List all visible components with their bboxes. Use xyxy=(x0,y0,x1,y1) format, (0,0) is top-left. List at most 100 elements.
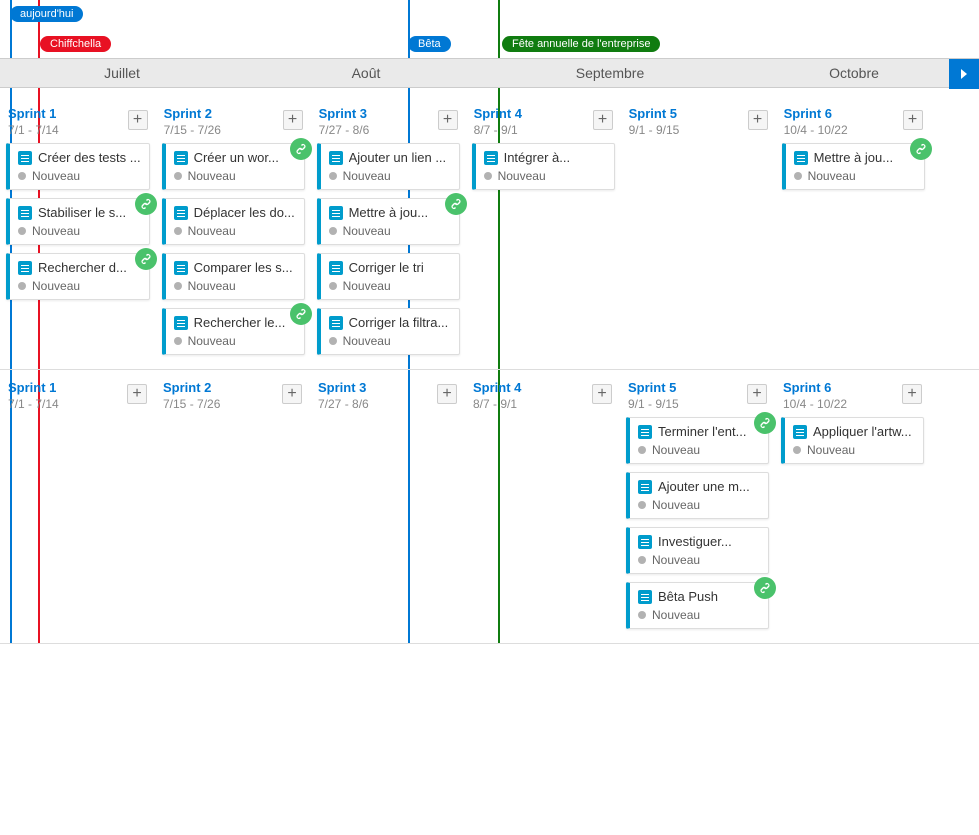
sprint-header: Sprint 27/15 - 7/26+ xyxy=(162,102,305,143)
state-dot-icon xyxy=(638,611,646,619)
sprint-header: Sprint 610/4 - 10/22+ xyxy=(782,102,925,143)
work-item-type-icon xyxy=(329,316,343,330)
add-work-item-button[interactable]: + xyxy=(438,110,458,130)
sprint-column: Sprint 610/4 - 10/22+Appliquer l'artw...… xyxy=(775,370,930,643)
work-item-title: Créer des tests ... xyxy=(38,150,141,165)
work-item-state: Nouveau xyxy=(652,498,700,512)
state-dot-icon xyxy=(18,172,26,180)
work-item-title: Appliquer l'artw... xyxy=(813,424,912,439)
work-item-card[interactable]: Mettre à jou...Nouveau xyxy=(317,198,460,245)
work-item-type-icon xyxy=(174,316,188,330)
add-work-item-button[interactable]: + xyxy=(902,384,922,404)
work-item-state: Nouveau xyxy=(188,224,236,238)
work-item-card[interactable]: Créer des tests ...Nouveau xyxy=(6,143,150,190)
work-item-title: Stabiliser le s... xyxy=(38,205,126,220)
work-item-card[interactable]: Mettre à jou... Nouveau xyxy=(782,143,925,190)
work-item-card[interactable]: Investiguer...Nouveau xyxy=(626,527,769,574)
work-item-card[interactable]: Appliquer l'artw...Nouveau xyxy=(781,417,924,464)
sprint-column: Sprint 48/7 - 9/1+Intégrer à...Nouveau xyxy=(466,96,621,369)
state-dot-icon xyxy=(638,501,646,509)
work-item-card[interactable]: Corriger la filtra...Nouveau xyxy=(317,308,460,355)
add-work-item-button[interactable]: + xyxy=(593,110,613,130)
sprint-header: Sprint 610/4 - 10/22+ xyxy=(781,376,924,417)
plus-icon: + xyxy=(443,112,452,128)
work-item-title: Mettre à jou... xyxy=(814,150,893,165)
work-item-state: Nouveau xyxy=(652,608,700,622)
work-item-title: Déplacer les do... xyxy=(194,205,295,220)
work-item-title: Créer un wor... xyxy=(194,150,279,165)
sprint-title[interactable]: Sprint 4 xyxy=(474,106,613,121)
scroll-right-button[interactable] xyxy=(949,59,979,89)
plus-icon: + xyxy=(907,386,916,402)
work-item-title: Ajouter un lien ... xyxy=(349,150,447,165)
work-item-card[interactable]: Terminer l'ent...Nouveau xyxy=(626,417,769,464)
sprint-title[interactable]: Sprint 6 xyxy=(784,106,923,121)
work-item-state: Nouveau xyxy=(808,169,856,183)
work-item-card[interactable]: Corriger le triNouveau xyxy=(317,253,460,300)
state-dot-icon xyxy=(18,282,26,290)
plus-icon: + xyxy=(753,112,762,128)
sprint-header: Sprint 17/1 - 7/14+ xyxy=(6,102,150,143)
state-dot-icon xyxy=(329,227,337,235)
sprint-title[interactable]: Sprint 1 xyxy=(8,106,148,121)
link-badge-icon xyxy=(754,412,776,434)
sprint-title[interactable]: Sprint 3 xyxy=(319,106,458,121)
link-badge-icon xyxy=(290,303,312,325)
link-badge-icon xyxy=(754,577,776,599)
sprint-header: Sprint 59/1 - 9/15+ xyxy=(627,102,770,143)
sprint-column: Sprint 27/15 - 7/26+Créer un wor...Nouve… xyxy=(156,96,311,369)
chevron-right-icon xyxy=(959,66,969,82)
work-item-type-icon xyxy=(329,206,343,220)
sprint-header: Sprint 17/1 - 7/14+ xyxy=(6,376,149,417)
plus-icon: + xyxy=(908,112,917,128)
work-item-card[interactable]: Stabiliser le s...Nouveau xyxy=(6,198,150,245)
state-dot-icon xyxy=(329,337,337,345)
plus-icon: + xyxy=(287,386,296,402)
add-work-item-button[interactable]: + xyxy=(437,384,457,404)
month-cell: Août xyxy=(244,59,488,87)
work-item-card[interactable]: Créer un wor...Nouveau xyxy=(162,143,305,190)
state-dot-icon xyxy=(484,172,492,180)
work-item-card[interactable]: Rechercher le...Nouveau xyxy=(162,308,305,355)
add-work-item-button[interactable]: + xyxy=(128,110,148,130)
work-item-card[interactable]: Bêta Push Nouveau xyxy=(626,582,769,629)
work-item-card[interactable]: Comparer les s...Nouveau xyxy=(162,253,305,300)
work-item-title: Intégrer à... xyxy=(504,150,570,165)
work-item-title: Corriger la filtra... xyxy=(349,315,449,330)
work-item-title: Ajouter une m... xyxy=(658,479,750,494)
work-item-card[interactable]: Ajouter une m... Nouveau xyxy=(626,472,769,519)
work-item-card[interactable]: Ajouter un lien ...Nouveau xyxy=(317,143,460,190)
work-item-card[interactable]: Intégrer à...Nouveau xyxy=(472,143,615,190)
work-item-title: Bêta Push xyxy=(658,589,718,604)
link-badge-icon xyxy=(445,193,467,215)
work-item-state: Nouveau xyxy=(343,224,391,238)
plus-icon: + xyxy=(288,112,297,128)
add-work-item-button[interactable]: + xyxy=(747,384,767,404)
work-item-type-icon xyxy=(18,261,32,275)
sprint-title[interactable]: Sprint 5 xyxy=(629,106,768,121)
sprint-dates: 7/27 - 8/6 xyxy=(319,123,458,137)
month-cell: Septembre xyxy=(488,59,732,87)
work-item-state: Nouveau xyxy=(652,443,700,457)
sprint-header: Sprint 37/27 - 8/6+ xyxy=(316,376,459,417)
sprint-column: Sprint 27/15 - 7/26+ xyxy=(155,370,310,643)
chiffchella-marker: Chiffchella xyxy=(40,36,111,52)
add-work-item-button[interactable]: + xyxy=(903,110,923,130)
add-work-item-button[interactable]: + xyxy=(127,384,147,404)
add-work-item-button[interactable]: + xyxy=(592,384,612,404)
sprint-column: Sprint 48/7 - 9/1+ xyxy=(465,370,620,643)
add-work-item-button[interactable]: + xyxy=(282,384,302,404)
timeline-markers-row-1: aujourd'hui xyxy=(0,0,979,30)
work-item-card[interactable]: Déplacer les do... Nouveau xyxy=(162,198,305,245)
sprint-column: Sprint 610/4 - 10/22+ Mettre à jou... Nouv… xyxy=(776,96,931,369)
work-item-card[interactable]: Rechercher d...Nouveau xyxy=(6,253,150,300)
add-work-item-button[interactable]: + xyxy=(283,110,303,130)
link-badge-icon xyxy=(910,138,932,160)
add-work-item-button[interactable]: + xyxy=(748,110,768,130)
sprint-title[interactable]: Sprint 2 xyxy=(164,106,303,121)
sprint-header: Sprint 48/7 - 9/1+ xyxy=(472,102,615,143)
sprint-header: Sprint 3 7/27 - 8/6+ xyxy=(317,102,460,143)
work-item-type-icon xyxy=(329,151,343,165)
work-item-title: Comparer les s... xyxy=(194,260,293,275)
state-dot-icon xyxy=(174,282,182,290)
